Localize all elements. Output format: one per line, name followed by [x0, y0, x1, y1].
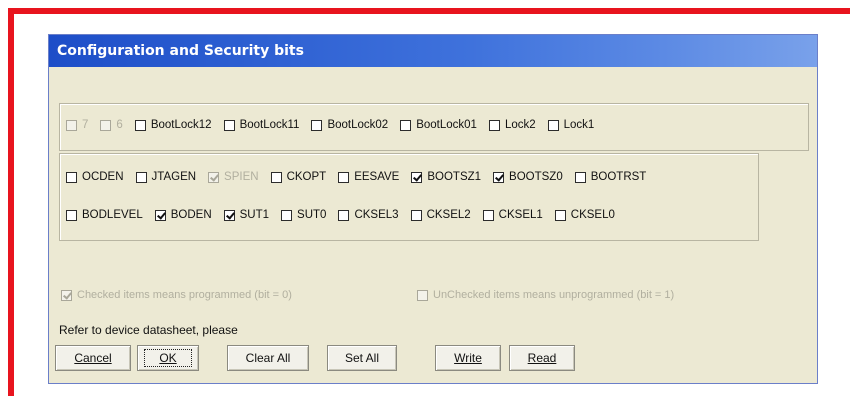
checkbox-label: SUT1 — [239, 209, 270, 221]
checkbox-label: Lock2 — [504, 119, 536, 131]
checkbox-bootsz0[interactable]: BOOTSZ0 — [493, 171, 563, 183]
checkbox-box — [66, 119, 77, 131]
checkbox-cksel0[interactable]: CKSEL0 — [554, 209, 615, 221]
config-dialog: Configuration and Security bits 7 6 BootLo… — [48, 34, 818, 384]
checkbox-cksel1[interactable]: CKSEL1 — [482, 209, 543, 221]
checkbox-lock1[interactable]: Lock1 — [547, 119, 595, 131]
checkbox-label: BOOTRST — [590, 171, 647, 183]
checkbox-box[interactable] — [338, 209, 350, 221]
checkbox-box[interactable] — [482, 209, 494, 221]
checkbox-label: BootLock11 — [239, 119, 300, 131]
checkbox-box[interactable] — [488, 119, 500, 131]
write-button[interactable]: Write — [435, 345, 501, 371]
checkbox-label: 6 — [116, 119, 123, 131]
checkbox-spien: SPIEN — [208, 171, 259, 183]
checkbox-box[interactable] — [66, 171, 77, 183]
red-frame-left — [8, 8, 14, 396]
checkbox-7: 7 — [66, 119, 88, 131]
dialog-title: Configuration and Security bits — [49, 35, 817, 67]
checkbox-box[interactable] — [311, 119, 323, 131]
checkbox-bootlock11[interactable]: BootLock11 — [223, 119, 300, 131]
checkbox-eesave[interactable]: EESAVE — [338, 171, 399, 183]
checkbox-label: CKSEL2 — [426, 209, 471, 221]
checkbox-label: OCDEN — [82, 171, 124, 183]
checkbox-box[interactable] — [223, 209, 235, 221]
checkbox-box[interactable] — [400, 119, 412, 131]
lock-bits-group: 7 6 BootLock12 BootLock11 BootLock02 BootLock… — [59, 103, 809, 151]
checkbox-box[interactable] — [547, 119, 559, 131]
checkbox-label: CKSEL3 — [354, 209, 399, 221]
checkbox-cksel2[interactable]: CKSEL2 — [410, 209, 471, 221]
checkbox-bootlock12[interactable]: BootLock12 — [134, 119, 212, 131]
checkbox-box[interactable] — [66, 209, 77, 221]
checkbox-label: 7 — [82, 119, 89, 131]
checkbox-box[interactable] — [134, 119, 146, 131]
checkbox-label: BootLock12 — [150, 119, 212, 131]
datasheet-hint: Refer to device datasheet, please — [59, 323, 238, 337]
legend-checked-text: Checked items means programmed (bit = 0) — [77, 289, 292, 301]
checkbox-label: CKSEL0 — [570, 209, 615, 221]
checkbox-label: EESAVE — [354, 171, 400, 183]
ok-button[interactable]: OK — [137, 345, 199, 371]
clear-all-button[interactable]: Clear All — [227, 345, 309, 371]
checkbox-box[interactable] — [574, 171, 586, 183]
fuse-bits-row-1: OCDEN JTAGEN SPIEN CKOPT EESAVE BOOTSZ1 BOOTSZ… — [66, 171, 658, 183]
checkbox-box[interactable] — [281, 209, 293, 221]
checkbox-lock2[interactable]: Lock2 — [488, 119, 536, 131]
cancel-button[interactable]: Cancel — [55, 345, 131, 371]
legend-unchecked-text: UnChecked items means unprogrammed (bit … — [433, 289, 675, 301]
checkbox-box[interactable] — [223, 119, 235, 131]
checkbox-label: CKSEL1 — [498, 209, 543, 221]
set-all-button[interactable]: Set All — [327, 345, 397, 371]
checkbox-bootrst[interactable]: BOOTRST — [574, 171, 647, 183]
checkbox-label: BootLock01 — [416, 119, 477, 131]
checkbox-label: JTAGEN — [151, 171, 197, 183]
checkbox-icon — [417, 289, 428, 301]
fuse-bits-group: OCDEN JTAGEN SPIEN CKOPT EESAVE BOOTSZ1 BOOTSZ… — [59, 153, 759, 241]
checkbox-sut0[interactable]: SUT0 — [281, 209, 326, 221]
checkbox-label: BODEN — [170, 209, 212, 221]
checkbox-sut1[interactable]: SUT1 — [223, 209, 270, 221]
lock-bits-row: 7 6 BootLock12 BootLock11 BootLock02 BootLock… — [66, 119, 606, 131]
checkbox-6: 6 — [100, 119, 123, 131]
checkbox-box[interactable] — [410, 209, 422, 221]
checkbox-box[interactable] — [135, 171, 147, 183]
checkbox-box — [208, 171, 220, 183]
checkbox-bodlevel[interactable]: BODLEVEL — [66, 209, 143, 221]
checkbox-label: BOOTSZ0 — [509, 171, 563, 183]
checkbox-jtagen[interactable]: JTAGEN — [135, 171, 197, 183]
checkbox-label: CKOPT — [286, 171, 327, 183]
checkbox-ckopt[interactable]: CKOPT — [270, 171, 327, 183]
checkbox-cksel3[interactable]: CKSEL3 — [338, 209, 399, 221]
red-frame-top — [8, 8, 850, 14]
checkbox-ocden[interactable]: OCDEN — [66, 171, 124, 183]
checkbox-box[interactable] — [493, 171, 505, 183]
checkbox-box[interactable] — [411, 171, 423, 183]
checkbox-box[interactable] — [270, 171, 282, 183]
checkbox-bootsz1[interactable]: BOOTSZ1 — [411, 171, 481, 183]
checkbox-icon — [61, 289, 72, 301]
fuse-bits-row-2: BODLEVEL BODEN SUT1 SUT0 CKSEL3 CKSEL2 CKSEL1 C… — [66, 209, 627, 221]
checkbox-label: Lock1 — [563, 119, 595, 131]
legend-checked: Checked items means programmed (bit = 0) — [61, 289, 292, 301]
checkbox-label: BODLEVEL — [82, 209, 143, 221]
checkbox-boden[interactable]: BODEN — [154, 209, 212, 221]
checkbox-bootlock01[interactable]: BootLock01 — [400, 119, 477, 131]
checkbox-box[interactable] — [154, 209, 166, 221]
checkbox-label: BootLock02 — [327, 119, 389, 131]
checkbox-box[interactable] — [554, 209, 566, 221]
checkbox-bootlock02[interactable]: BootLock02 — [311, 119, 388, 131]
legend-unchecked: UnChecked items means unprogrammed (bit … — [417, 289, 674, 301]
checkbox-label: SUT0 — [297, 209, 327, 221]
checkbox-box — [100, 119, 112, 131]
checkbox-box[interactable] — [338, 171, 350, 183]
checkbox-label: BOOTSZ1 — [427, 171, 482, 183]
read-button[interactable]: Read — [509, 345, 575, 371]
checkbox-label: SPIEN — [224, 171, 259, 183]
